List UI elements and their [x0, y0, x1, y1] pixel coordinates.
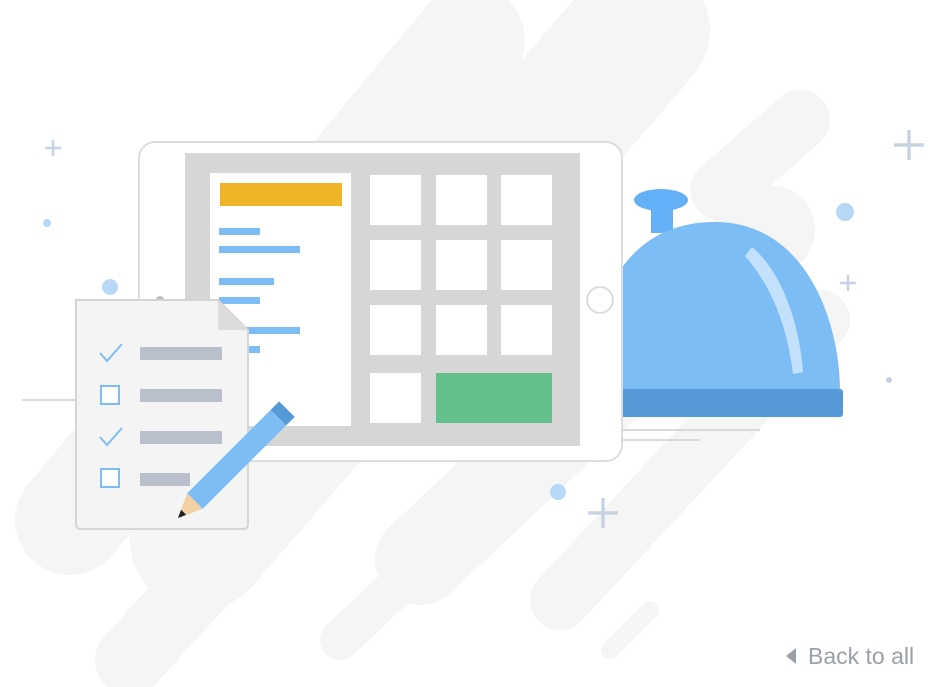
order-header-bar	[220, 183, 342, 206]
checkbox-empty-icon	[100, 468, 120, 488]
pay-button	[436, 373, 552, 423]
checklist-document	[75, 299, 249, 530]
back-link-label: Back to all	[808, 642, 915, 669]
back-to-all-link[interactable]: Back to all	[782, 640, 914, 672]
checkbox-empty-icon	[100, 385, 120, 405]
hero-illustration: Back to all	[0, 0, 946, 687]
caret-left-icon	[786, 648, 796, 664]
restaurant-pos-illustration	[15, 0, 924, 687]
home-button	[586, 286, 614, 314]
